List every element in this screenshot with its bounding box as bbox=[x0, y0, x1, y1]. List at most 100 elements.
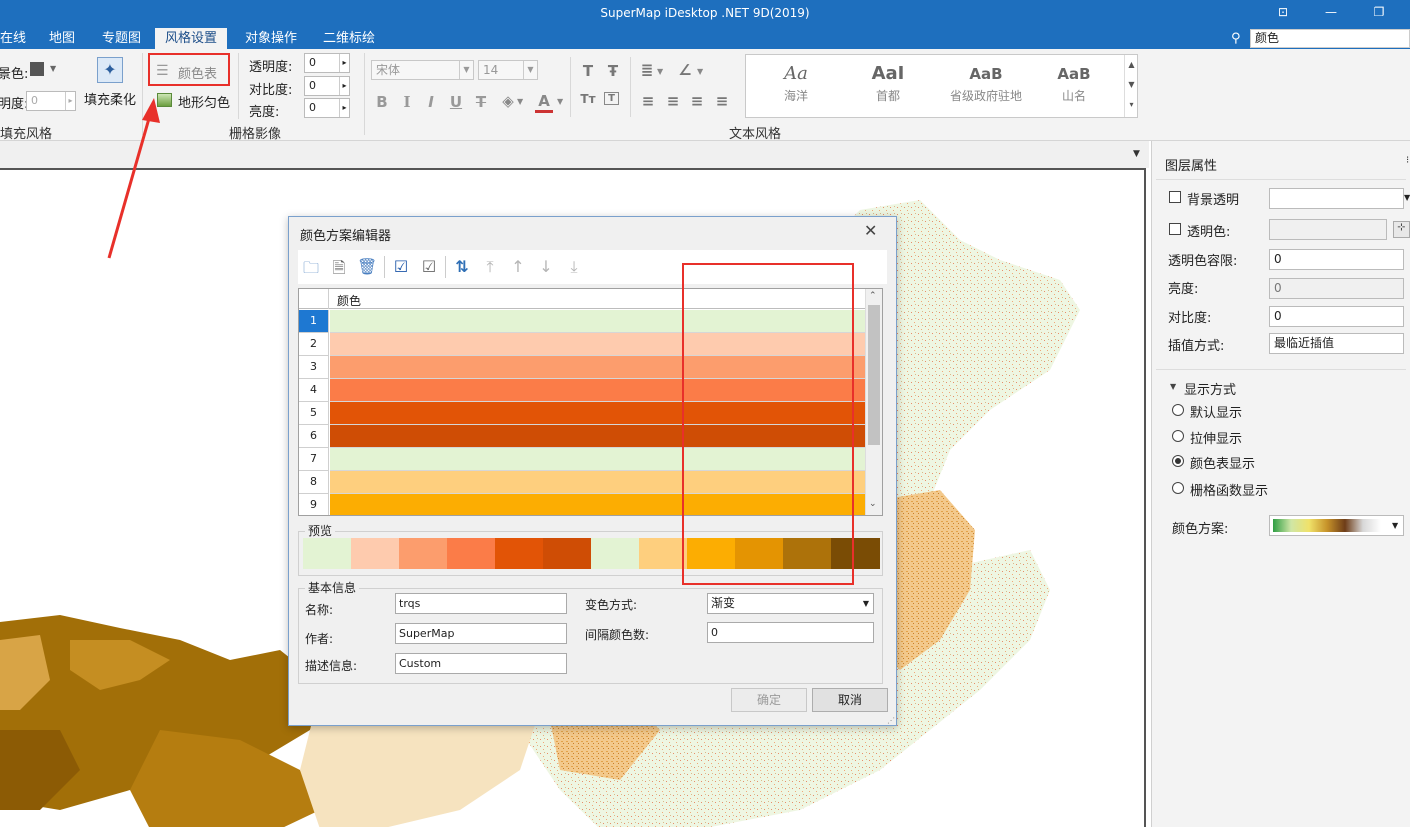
line-spacing-icon[interactable]: ≣ bbox=[638, 61, 656, 79]
radio-raster-function-display[interactable] bbox=[1172, 482, 1184, 494]
transparency-spinner[interactable]: 0 ▸ bbox=[304, 53, 350, 73]
minimize-icon[interactable]: — bbox=[1324, 5, 1338, 19]
strikethrough-icon[interactable]: T bbox=[472, 93, 490, 111]
tab-map[interactable]: 地图 bbox=[39, 28, 85, 49]
brightness2-spinner[interactable]: 0 ▸ bbox=[304, 98, 350, 118]
font-color-icon[interactable]: A bbox=[535, 92, 553, 113]
row-number[interactable]: 1 bbox=[299, 310, 329, 333]
row-number[interactable]: 5 bbox=[299, 402, 329, 425]
serif-i-icon[interactable]: I bbox=[398, 93, 416, 111]
transparent-color-checkbox[interactable] bbox=[1169, 223, 1181, 235]
row-number[interactable]: 4 bbox=[299, 379, 329, 402]
brightness-spinner[interactable]: 0 ▸ bbox=[26, 91, 76, 111]
collapse-icon[interactable]: ▼ bbox=[1170, 382, 1176, 391]
align-right-icon[interactable]: ≡ bbox=[688, 92, 706, 110]
check-icon[interactable]: ☑ bbox=[419, 257, 439, 276]
row-number[interactable]: 7 bbox=[299, 448, 329, 471]
chevron-down-icon[interactable]: ▼ bbox=[50, 64, 56, 73]
group-divider bbox=[364, 53, 365, 135]
search-icon[interactable]: ⚲ bbox=[1231, 31, 1241, 46]
gallery-item-mountain[interactable]: AaB 山名 bbox=[1029, 63, 1119, 104]
scroll-thumb[interactable] bbox=[868, 305, 880, 445]
radio-color-table-display[interactable] bbox=[1172, 455, 1184, 467]
move-down-icon[interactable]: ↓ bbox=[536, 257, 556, 276]
chevron-down-icon[interactable]: ▼ bbox=[1133, 149, 1140, 159]
new-folder-icon[interactable]: 🗀 bbox=[301, 257, 321, 284]
gallery-item-capital[interactable]: AaI 首都 bbox=[843, 63, 933, 104]
row-number[interactable]: 6 bbox=[299, 425, 329, 448]
gallery-item-ocean[interactable]: Aa 海洋 bbox=[751, 63, 841, 104]
tolerance-input[interactable]: 0 bbox=[1269, 249, 1404, 270]
pin-icon[interactable]: ⁝ bbox=[1406, 155, 1409, 166]
fill-color-swatch[interactable] bbox=[30, 62, 44, 76]
scroll-up-icon[interactable]: ⌃ bbox=[869, 291, 877, 301]
underline-icon[interactable]: U bbox=[447, 93, 465, 111]
gallery-item-provincial-capital[interactable]: AaB 省级政府驻地 bbox=[936, 63, 1036, 104]
tab-style-settings[interactable]: 风格设置 bbox=[155, 28, 228, 49]
contrast-label: 对比度: bbox=[249, 83, 293, 98]
font-size-combo[interactable]: 14 ▼ bbox=[478, 60, 538, 80]
gallery-scroll[interactable]: ▲ ▼ ▾ bbox=[1124, 55, 1138, 117]
color-change-select[interactable]: 渐变 ▼ bbox=[707, 593, 874, 614]
color-scheme-select[interactable] bbox=[1269, 515, 1404, 536]
description-input[interactable]: Custom bbox=[395, 653, 567, 674]
align-center-icon[interactable]: ≡ bbox=[664, 92, 682, 110]
row-number[interactable]: 8 bbox=[299, 471, 329, 494]
ok-button[interactable]: 确定 bbox=[731, 688, 807, 712]
terrain-even-color-button[interactable]: 地形匀色 bbox=[178, 92, 230, 111]
rotation-angle-icon[interactable]: ∠ bbox=[676, 61, 694, 79]
move-up-icon[interactable]: ↑ bbox=[508, 257, 528, 276]
text-t-bold-icon[interactable]: Ŧ bbox=[604, 62, 622, 80]
close-icon[interactable]: ✕ bbox=[864, 221, 877, 240]
chevron-down-icon[interactable]: ▼ bbox=[657, 67, 663, 76]
reverse-order-icon[interactable]: ⇅ bbox=[452, 257, 472, 276]
move-top-icon[interactable]: ⤒ bbox=[480, 257, 500, 277]
name-input[interactable]: trqs bbox=[395, 593, 567, 614]
row-number[interactable]: 2 bbox=[299, 333, 329, 356]
move-bottom-icon[interactable]: ⤓ bbox=[564, 257, 584, 277]
tab-2d-plotting[interactable]: 二维标绘 bbox=[313, 28, 385, 49]
ribbon-toggle-icon[interactable]: ⊡ bbox=[1276, 5, 1290, 19]
contrast-input[interactable]: 0 bbox=[1269, 306, 1404, 327]
chevron-down-icon[interactable]: ▼ bbox=[863, 594, 869, 613]
italic-icon[interactable]: I bbox=[422, 93, 440, 111]
radio-default-display[interactable] bbox=[1172, 404, 1184, 416]
add-file-icon[interactable]: 🗎 bbox=[329, 257, 349, 284]
transparent-color-picker[interactable] bbox=[1269, 219, 1387, 240]
align-left-icon[interactable]: ≡ bbox=[639, 92, 657, 110]
restore-icon[interactable]: ❐ bbox=[1372, 5, 1386, 19]
grid-scrollbar[interactable]: ⌃ ⌄ bbox=[865, 289, 882, 515]
author-input[interactable]: SuperMap bbox=[395, 623, 567, 644]
chevron-down-icon[interactable]: ▼ bbox=[697, 67, 703, 76]
fill-bucket-icon[interactable]: ◈ bbox=[499, 92, 517, 110]
chevron-down-icon[interactable]: ▼ bbox=[1404, 193, 1410, 202]
eyedropper-icon[interactable]: ⊹ bbox=[1393, 221, 1410, 238]
delete-icon[interactable]: 🗑 bbox=[357, 257, 377, 276]
font-name-combo[interactable]: 宋体 ▼ bbox=[371, 60, 474, 80]
align-justify-icon[interactable]: ≡ bbox=[713, 92, 731, 110]
tab-thematic[interactable]: 专题图 bbox=[92, 28, 151, 49]
text-size-icon[interactable]: Tт bbox=[579, 92, 597, 106]
text-frame-icon[interactable]: T bbox=[604, 92, 619, 105]
resize-grip-icon[interactable]: ⋰ bbox=[887, 716, 895, 725]
chevron-down-icon[interactable]: ▼ bbox=[1392, 521, 1398, 530]
bg-transparent-checkbox[interactable] bbox=[1169, 191, 1181, 203]
scroll-down-icon[interactable]: ⌄ bbox=[869, 499, 877, 509]
interpolation-select[interactable]: 最临近插值 bbox=[1269, 333, 1404, 354]
row-number[interactable]: 9 bbox=[299, 494, 329, 515]
contrast-spinner[interactable]: 0 ▸ bbox=[304, 76, 350, 96]
tab-online[interactable]: 在线 bbox=[0, 28, 36, 49]
row-number[interactable]: 3 bbox=[299, 356, 329, 379]
chevron-down-icon[interactable]: ▼ bbox=[517, 97, 523, 106]
cancel-button[interactable]: 取消 bbox=[812, 688, 888, 712]
interval-input[interactable]: 0 bbox=[707, 622, 874, 643]
check-all-icon[interactable]: ☑ bbox=[391, 257, 411, 276]
text-t-icon[interactable]: T bbox=[579, 62, 597, 80]
brightness-input[interactable]: 0 bbox=[1269, 278, 1404, 299]
bold-icon[interactable]: B bbox=[373, 93, 391, 111]
chevron-down-icon[interactable]: ▼ bbox=[557, 97, 563, 106]
radio-stretch-display[interactable] bbox=[1172, 430, 1184, 442]
tab-object-ops[interactable]: 对象操作 bbox=[235, 28, 307, 49]
bg-color-picker[interactable] bbox=[1269, 188, 1404, 209]
search-input[interactable]: 颜色 bbox=[1250, 29, 1410, 48]
